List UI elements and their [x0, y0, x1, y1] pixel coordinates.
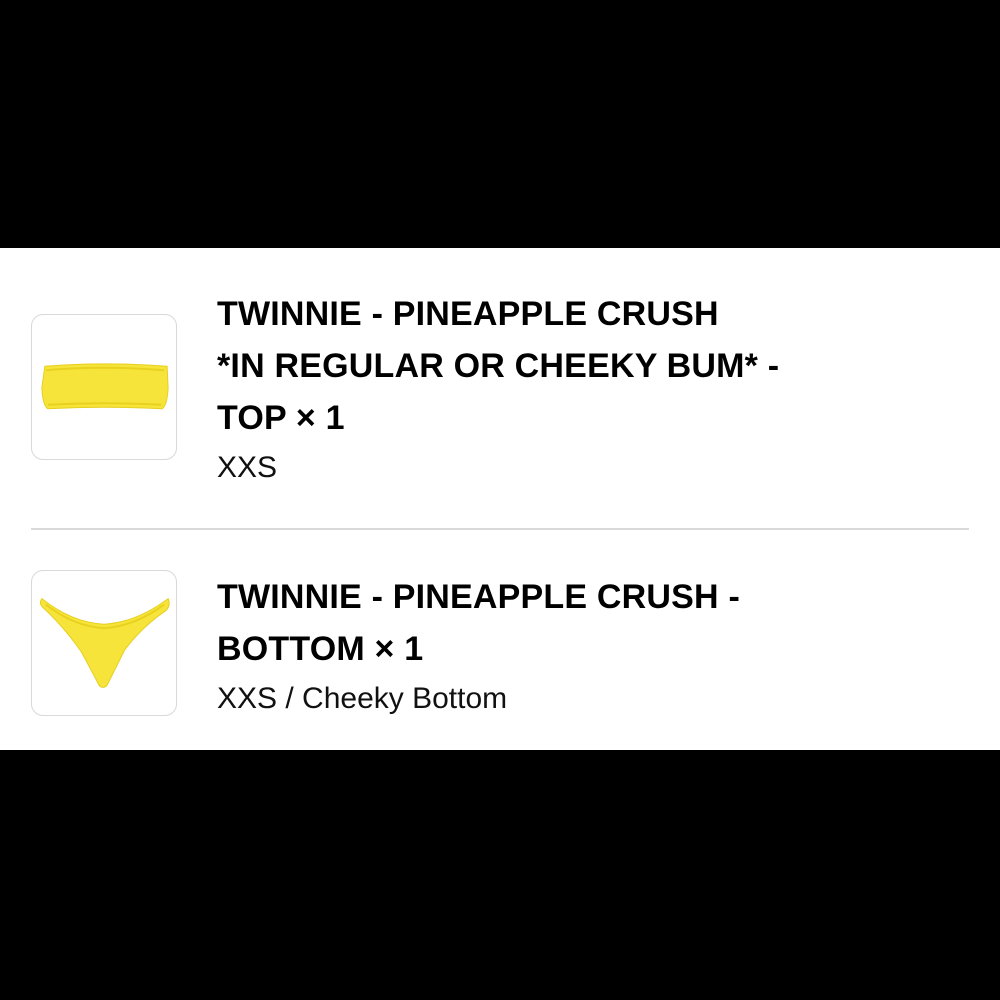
product-variant: XXS — [217, 451, 278, 484]
title-line: TWINNIE - PINEAPPLE CRUSH — [217, 295, 719, 333]
title-line: BOTTOM × 1 — [217, 630, 424, 668]
product-thumbnail[interactable] — [31, 314, 177, 460]
title-line: TWINNIE - PINEAPPLE CRUSH - — [217, 578, 740, 616]
top-black-band — [0, 0, 1000, 248]
order-items-panel: TWINNIE - PINEAPPLE CRUSH *IN REGULAR OR… — [0, 248, 1000, 750]
product-info: TWINNIE - PINEAPPLE CRUSH *IN REGULAR OR… — [217, 288, 897, 492]
product-info: TWINNIE - PINEAPPLE CRUSH - BOTTOM × 1 X… — [217, 571, 897, 723]
product-thumbnail[interactable] — [31, 570, 177, 716]
product-title[interactable]: TWINNIE - PINEAPPLE CRUSH *IN REGULAR OR… — [217, 288, 897, 444]
order-item-bottom[interactable]: TWINNIE - PINEAPPLE CRUSH - BOTTOM × 1 X… — [0, 529, 1000, 750]
product-variant: XXS / Cheeky Bottom — [217, 682, 508, 715]
bikini-bottom-image — [39, 597, 170, 688]
title-line: TOP × 1 — [217, 399, 345, 437]
bottom-black-band — [0, 750, 1000, 1000]
title-line: *IN REGULAR OR CHEEKY BUM* - — [217, 347, 780, 385]
product-title[interactable]: TWINNIE - PINEAPPLE CRUSH - BOTTOM × 1 — [217, 571, 897, 675]
order-item-top[interactable]: TWINNIE - PINEAPPLE CRUSH *IN REGULAR OR… — [0, 248, 1000, 528]
bandeau-top-image — [41, 363, 169, 410]
